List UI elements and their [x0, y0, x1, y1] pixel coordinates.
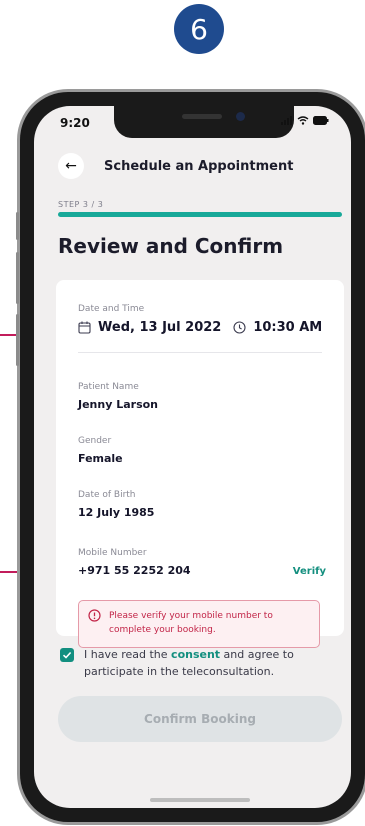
info-icon — [88, 609, 101, 622]
verify-link[interactable]: Verify — [293, 566, 326, 577]
consent-prefix: I have read the — [84, 648, 172, 661]
step-number-badge: 6 — [174, 4, 224, 54]
appointment-time: 10:30 AM — [253, 320, 323, 335]
page-title: Review and Confirm — [58, 234, 284, 258]
date-time-label: Date and Time — [78, 304, 145, 314]
home-indicator — [150, 798, 250, 802]
warning-text: Please verify your mobile number to comp… — [109, 611, 273, 635]
header-title: Schedule an Appointment — [104, 158, 294, 174]
wifi-icon — [297, 116, 309, 125]
consent-link[interactable]: consent — [171, 648, 220, 661]
calendar-icon — [78, 321, 91, 334]
back-button[interactable]: ← — [58, 153, 84, 179]
notch — [114, 106, 294, 138]
status-icons — [281, 116, 329, 125]
app-screen: 9:20 ← Schedule an Appointment STEP 3 / … — [34, 106, 351, 808]
confirm-booking-button[interactable]: Confirm Booking — [58, 696, 342, 742]
phone-frame: 9:20 ← Schedule an Appointment STEP 3 / … — [16, 92, 365, 822]
verification-warning: Please verify your mobile number to comp… — [78, 600, 320, 648]
date-time-row: Wed, 13 Jul 2022 10:30 AM — [78, 320, 322, 335]
consent-checkbox[interactable] — [60, 648, 74, 662]
arrow-left-icon: ← — [65, 158, 77, 174]
dob-value: 12 July 1985 — [78, 506, 155, 519]
volume-button — [16, 212, 19, 240]
mobile-value: +971 55 2252 204 — [78, 564, 191, 577]
divider — [78, 352, 322, 353]
mobile-label: Mobile Number — [78, 548, 147, 558]
consent-text: I have read the consent and agree to par… — [84, 646, 334, 680]
signal-icon — [281, 116, 292, 125]
appointment-date: Wed, 13 Jul 2022 — [98, 320, 222, 335]
clock-icon — [233, 321, 246, 334]
review-card: Date and Time Wed, 13 Jul 2022 10:30 AM … — [56, 280, 344, 648]
gender-value: Female — [78, 452, 123, 465]
front-camera — [236, 112, 245, 121]
status-time: 9:20 — [60, 116, 90, 130]
patient-name-value: Jenny Larson — [78, 398, 159, 411]
patient-name-label: Patient Name — [78, 382, 139, 392]
progress-bar — [58, 212, 342, 217]
check-icon — [62, 651, 72, 659]
gender-label: Gender — [78, 436, 112, 446]
header: ← Schedule an Appointment — [58, 152, 335, 180]
volume-button — [16, 314, 19, 366]
battery-icon — [313, 116, 329, 125]
step-label: STEP 3 / 3 — [58, 200, 104, 209]
volume-button — [16, 252, 19, 304]
dob-label: Date of Birth — [78, 490, 136, 500]
speaker — [182, 114, 222, 119]
